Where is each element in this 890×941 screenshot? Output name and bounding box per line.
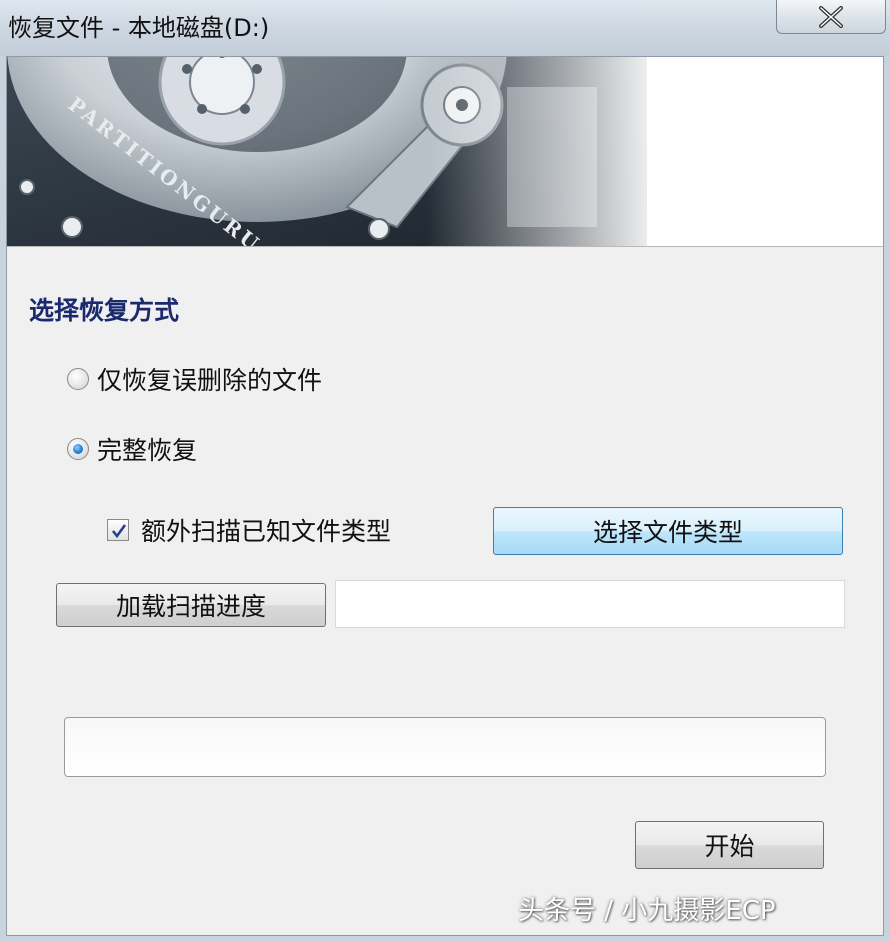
scan-progress-path-field[interactable]	[335, 580, 845, 628]
load-scan-progress-button[interactable]: 加载扫描进度	[56, 583, 326, 627]
watermark-text: 头条号 / 小九摄影ECP	[518, 896, 776, 926]
radio-full-recovery-label: 完整恢复	[97, 436, 198, 465]
title-bar: 恢复文件 - 本地磁盘(D:)	[0, 0, 890, 56]
extra-scan-label: 额外扫描已知文件类型	[141, 517, 392, 546]
select-file-types-button[interactable]: 选择文件类型	[493, 507, 843, 555]
radio-full-recovery[interactable]: 完整恢复	[67, 431, 197, 467]
checkmark-icon	[111, 524, 127, 539]
radio-button-full-recovery[interactable]	[67, 438, 89, 460]
status-box	[64, 717, 826, 777]
radio-deleted-only-label: 仅恢复误删除的文件	[97, 366, 323, 395]
extra-scan-checkbox-row[interactable]: 额外扫描已知文件类型	[107, 512, 391, 548]
close-icon	[816, 5, 846, 28]
close-button[interactable]	[776, 0, 886, 34]
extra-scan-checkbox[interactable]	[107, 519, 129, 541]
start-button[interactable]: 开始	[635, 821, 824, 869]
banner: PARTITIONGURU	[7, 57, 883, 247]
window-title: 恢复文件 - 本地磁盘(D:)	[8, 14, 270, 42]
hard-disk-illustration: PARTITIONGURU	[7, 57, 883, 246]
section-title: 选择恢复方式	[29, 296, 180, 325]
dialog-body: PARTITIONGURU 选择恢复方式 仅恢复误删除的文件 完整恢复 额外扫描…	[6, 56, 884, 936]
radio-deleted-only[interactable]: 仅恢复误删除的文件	[67, 361, 322, 397]
radio-button-deleted-only[interactable]	[67, 368, 89, 390]
